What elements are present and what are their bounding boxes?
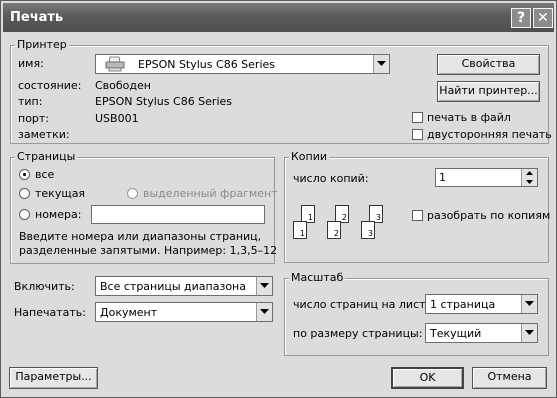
pages-all-label: все	[35, 168, 55, 181]
print-what-dropdown-button[interactable]	[256, 303, 272, 321]
chevron-down-icon	[260, 309, 269, 314]
include-dropdown-button[interactable]	[256, 277, 272, 295]
printer-port-label: порт:	[18, 112, 50, 125]
options-button-label: Параметры...	[15, 370, 92, 383]
include-select[interactable]: Все страницы диапазона	[95, 276, 273, 296]
cancel-button[interactable]: Отмена	[472, 367, 547, 389]
collate-page: 2	[327, 221, 341, 239]
find-printer-button-label: Найти принтер...	[439, 84, 538, 97]
printer-state-value: Свободен	[95, 79, 151, 92]
include-value: Все страницы диапазона	[100, 280, 246, 293]
scale-to-paper-label: по размеру страницы:	[293, 327, 423, 340]
spin-down-button[interactable]	[521, 178, 537, 186]
copies-group-label: Копии	[289, 150, 330, 163]
collate-checkbox[interactable]	[412, 210, 423, 221]
pages-current-radio[interactable]	[19, 188, 30, 199]
printer-group-label: Принтер	[15, 38, 69, 51]
pages-selection-radio[interactable]	[127, 188, 138, 199]
pages-per-sheet-dropdown-button[interactable]	[521, 295, 537, 313]
print-what-label: Напечатать:	[14, 306, 86, 319]
properties-button-label: Свойства	[461, 57, 516, 70]
duplex-label: двусторонняя печать	[427, 128, 552, 141]
chevron-down-icon	[525, 301, 534, 306]
printer-notes-label: заметки:	[18, 128, 70, 141]
printer-state-label: состояние:	[18, 79, 82, 92]
duplex-checkbox[interactable]	[412, 129, 423, 140]
find-printer-button[interactable]: Найти принтер...	[437, 81, 540, 102]
collate-label: разобрать по копиям	[427, 209, 551, 222]
printer-name-dropdown-button[interactable]	[373, 55, 389, 73]
printer-type-label: тип:	[18, 95, 43, 108]
pages-numbers-label: номера:	[35, 208, 82, 221]
chevron-down-icon	[525, 330, 534, 335]
spin-down-icon	[526, 180, 533, 184]
scale-to-paper-value: Текущий	[430, 327, 482, 340]
title-bar[interactable]: Печать ? ✕	[3, 3, 554, 32]
pages-numbers-radio[interactable]	[19, 209, 30, 220]
chevron-down-icon	[377, 61, 386, 66]
collate-page: 1	[293, 221, 307, 239]
pages-hint-line1: Введите номера или диапазоны страниц,	[19, 230, 262, 243]
print-to-file-checkbox[interactable]	[412, 112, 423, 123]
printer-type-value: EPSON Stylus C86 Series	[95, 95, 233, 108]
zoom-group-label: Масштаб	[289, 271, 346, 284]
pages-selection-label: выделенный фрагмент	[143, 187, 278, 200]
print-what-value: Документ	[100, 306, 158, 319]
printer-name-select[interactable]: EPSON Stylus C86 Series	[95, 54, 390, 74]
print-dialog: Печать ? ✕ Принтер имя: EPSON Stylus C86…	[0, 0, 557, 398]
help-button[interactable]: ?	[511, 8, 531, 28]
include-label: Включить:	[14, 280, 75, 293]
copies-count-spinner[interactable]: 1	[435, 168, 538, 187]
printer-icon	[105, 56, 125, 72]
pages-per-sheet-value: 1 страница	[430, 298, 496, 311]
copies-count-value: 1	[439, 171, 446, 184]
properties-button[interactable]: Свойства	[437, 54, 540, 75]
spin-up-icon	[526, 171, 533, 175]
collate-preview: 1 1 2 2 3 3	[291, 199, 395, 247]
ok-button[interactable]: OK	[391, 367, 464, 389]
pages-numbers-input[interactable]	[91, 205, 265, 224]
copies-count-label: число копий:	[293, 172, 369, 185]
pages-all-radio[interactable]	[19, 169, 30, 180]
pages-hint-line2: разделенные запятыми. Например: 1,3,5–12	[19, 244, 278, 257]
pages-per-sheet-select[interactable]: 1 страница	[425, 294, 538, 314]
scale-to-paper-dropdown-button[interactable]	[521, 324, 537, 342]
ok-button-label: OK	[419, 371, 436, 384]
close-button[interactable]: ✕	[533, 8, 553, 28]
chevron-down-icon	[260, 283, 269, 288]
printer-name-value: EPSON Stylus C86 Series	[138, 58, 276, 71]
pages-per-sheet-label: число страниц на листе:	[293, 298, 436, 311]
pages-current-label: текущая	[35, 187, 86, 200]
zoom-group: Масштаб	[284, 271, 549, 356]
pages-group-label: Страницы	[15, 150, 78, 163]
print-what-select[interactable]: Документ	[95, 302, 273, 322]
print-to-file-label: печать в файл	[427, 111, 511, 124]
scale-to-paper-select[interactable]: Текущий	[425, 323, 538, 343]
options-button[interactable]: Параметры...	[9, 367, 98, 389]
collate-page: 3	[361, 221, 375, 239]
cancel-button-label: Отмена	[487, 370, 532, 383]
printer-name-label: имя:	[18, 57, 44, 70]
dialog-title: Печать	[10, 10, 64, 25]
printer-port-value: USB001	[95, 112, 139, 125]
